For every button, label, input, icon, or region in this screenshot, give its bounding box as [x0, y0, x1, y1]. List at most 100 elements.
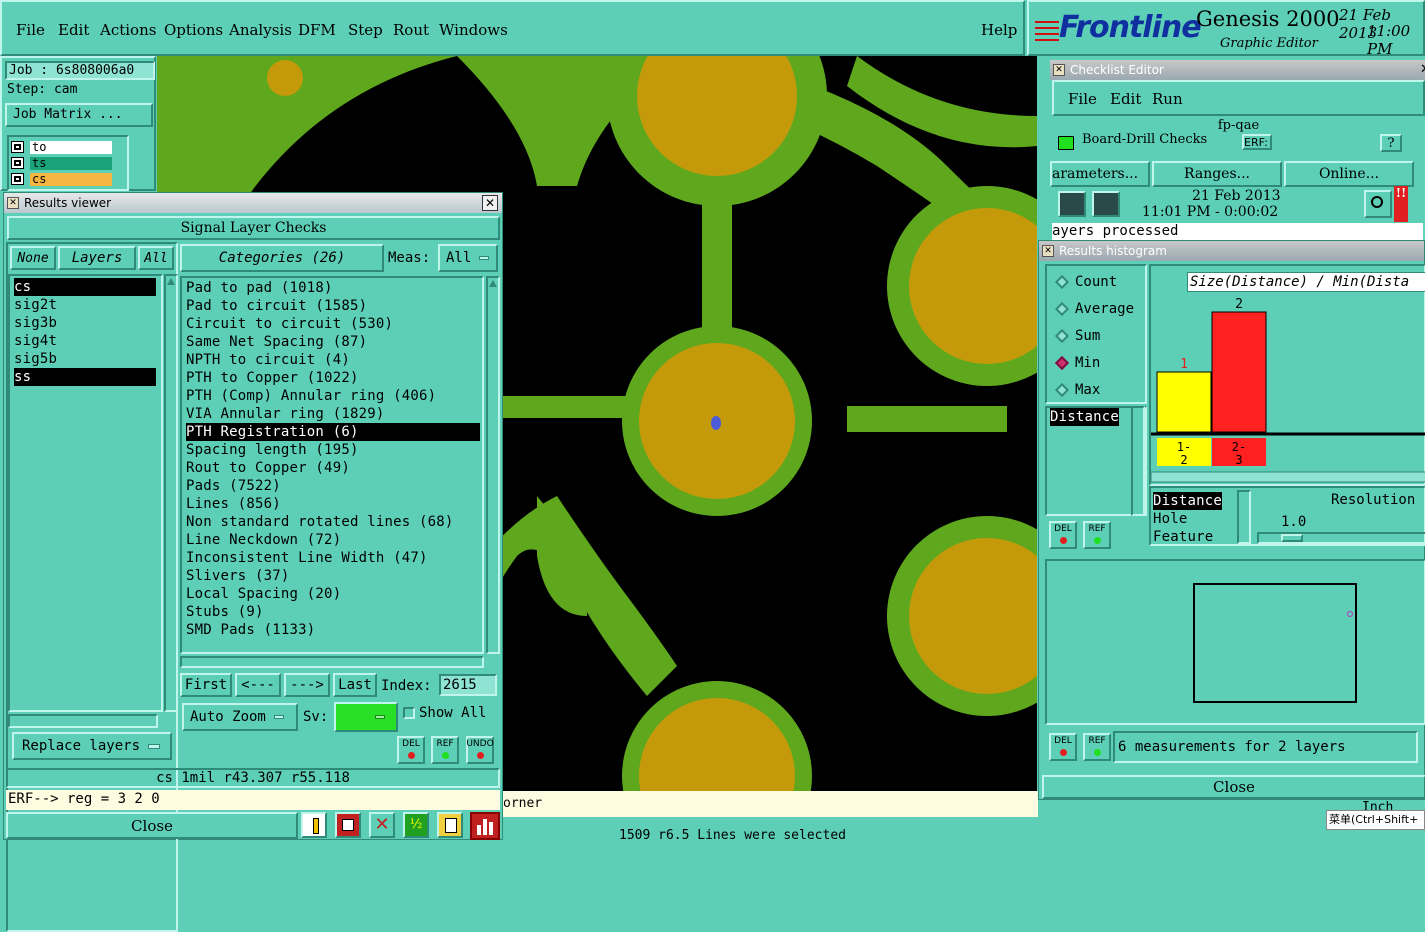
measure-vscrollbar[interactable]: [1131, 406, 1145, 516]
show-all-checkbox[interactable]: [403, 707, 415, 719]
category-item[interactable]: Line Neckdown (72): [186, 531, 341, 549]
checklist-row-text[interactable]: Board-Drill Checks: [1082, 132, 1207, 144]
slider-thumb[interactable]: [1281, 534, 1303, 542]
layer-item-sig3b[interactable]: sig3b: [14, 314, 57, 332]
next-button[interactable]: --->: [284, 673, 330, 697]
layers-button[interactable]: Layers: [58, 246, 136, 270]
window-menu-icon[interactable]: ✕: [7, 197, 19, 209]
category-item[interactable]: Pad to circuit (1585): [186, 297, 367, 315]
preview-del-button[interactable]: DEL: [1049, 733, 1077, 761]
histogram-bar[interactable]: [1156, 371, 1212, 433]
category-item[interactable]: Stubs (9): [186, 603, 264, 621]
menu-windows[interactable]: Windows: [439, 21, 508, 39]
layers-vscrollbar[interactable]: [164, 274, 178, 712]
zoom-icon[interactable]: [1364, 190, 1392, 218]
layers-hscrollbar[interactable]: [8, 714, 158, 728]
ref-button[interactable]: REF: [431, 736, 459, 764]
checkbox-icon[interactable]: [11, 157, 24, 169]
mode-count[interactable]: Count: [1054, 274, 1117, 290]
first-button[interactable]: First: [180, 673, 232, 697]
menu-rout[interactable]: Rout: [393, 21, 429, 39]
list-item-hole[interactable]: Hole: [1153, 510, 1188, 528]
menu-file[interactable]: File: [16, 21, 45, 39]
category-item[interactable]: PTH to Copper (1022): [186, 369, 359, 387]
window-menu-icon[interactable]: ✕: [1053, 64, 1065, 76]
category-item[interactable]: Rout to Copper (49): [186, 459, 350, 477]
category-item[interactable]: VIA Annular ring (1829): [186, 405, 384, 423]
layer-item-sig4t[interactable]: sig4t: [14, 332, 57, 350]
last-button[interactable]: Last: [333, 673, 377, 697]
checklist-menu-run[interactable]: Run: [1152, 90, 1183, 108]
menu-options[interactable]: Options: [164, 21, 223, 39]
layer-row-ts[interactable]: ts: [11, 156, 112, 170]
measure-item-distance[interactable]: Distance: [1050, 408, 1120, 426]
close-icon[interactable]: ✕: [1420, 62, 1425, 77]
toolbar-histogram-icon[interactable]: [470, 812, 500, 840]
menu-analysis[interactable]: Analysis: [229, 21, 292, 39]
auto-zoom-dropdown[interactable]: Auto Zoom: [182, 703, 298, 731]
index-input[interactable]: 2615: [439, 674, 497, 696]
arrow-up-icon[interactable]: [489, 280, 497, 287]
hist-del-button[interactable]: DEL: [1049, 521, 1077, 549]
category-item[interactable]: Slivers (37): [186, 567, 290, 585]
sv-color-dropdown[interactable]: [334, 702, 398, 732]
layer-row-to[interactable]: to: [11, 140, 112, 154]
mode-sum[interactable]: Sum: [1054, 328, 1100, 344]
category-item-selected[interactable]: PTH Registration (6): [186, 423, 480, 441]
category-item[interactable]: Non standard rotated lines (68): [186, 513, 454, 531]
layer-row-cs[interactable]: cs: [11, 172, 112, 186]
menu-edit[interactable]: Edit: [58, 21, 89, 39]
mode-average[interactable]: Average: [1054, 301, 1134, 317]
mode-max[interactable]: Max: [1054, 382, 1100, 398]
resolution-slider[interactable]: [1257, 532, 1425, 544]
menu-step[interactable]: Step: [348, 21, 383, 39]
checkbox-icon[interactable]: [11, 173, 24, 185]
toolbar-clear-icon[interactable]: ✕: [369, 812, 395, 838]
layer-item-sig2t[interactable]: sig2t: [14, 296, 57, 314]
toolbar-sort-icon[interactable]: ½: [403, 812, 429, 838]
category-item[interactable]: SMD Pads (1133): [186, 621, 315, 639]
histogram-close-button[interactable]: Close: [1042, 775, 1425, 799]
menu-dfm[interactable]: DFM: [298, 21, 336, 39]
prev-button[interactable]: <---: [235, 673, 281, 697]
layer-item-ss[interactable]: ss: [14, 368, 156, 386]
preview-frame[interactable]: [1193, 583, 1357, 703]
window-menu-icon[interactable]: ✕: [1042, 245, 1054, 257]
histogram-bar[interactable]: [1211, 311, 1267, 433]
category-item[interactable]: PTH (Comp) Annular ring (406): [186, 387, 436, 405]
category-item[interactable]: Lines (856): [186, 495, 281, 513]
radio-icon[interactable]: [1054, 301, 1070, 317]
online-button[interactable]: Online...: [1284, 161, 1414, 187]
undo-button[interactable]: UNDO: [466, 736, 494, 764]
category-item[interactable]: Inconsistent Line Width (47): [186, 549, 428, 567]
menu-actions[interactable]: Actions: [100, 21, 156, 39]
radio-selected-icon[interactable]: [1054, 355, 1070, 371]
run-icon[interactable]: [1058, 191, 1086, 217]
none-button[interactable]: None: [10, 246, 56, 270]
ranges-button[interactable]: Ranges...: [1152, 161, 1282, 187]
toolbar-report-icon[interactable]: [437, 812, 463, 838]
signal-layer-checks-button[interactable]: Signal Layer Checks: [7, 216, 500, 240]
job-matrix-button[interactable]: Job Matrix ...: [5, 103, 153, 127]
categories-hscrollbar[interactable]: [180, 656, 484, 668]
category-item[interactable]: Pad to pad (1018): [186, 279, 333, 297]
category-item[interactable]: Pads (7522): [186, 477, 281, 495]
results-viewer-titlebar[interactable]: ✕ Results viewer ✕: [4, 193, 502, 213]
toolbar-bar-icon[interactable]: [301, 812, 327, 838]
results-histogram-titlebar[interactable]: ✕ Results histogram: [1039, 241, 1424, 261]
radio-icon[interactable]: [1054, 274, 1070, 290]
checklist-editor-titlebar[interactable]: ✕ Checklist Editor ✕: [1050, 60, 1425, 80]
del-button[interactable]: DEL: [397, 736, 425, 764]
toolbar-window-icon[interactable]: [335, 812, 361, 838]
categories-button[interactable]: Categories (26): [180, 244, 384, 272]
category-item[interactable]: Local Spacing (20): [186, 585, 341, 603]
close-button[interactable]: Close: [6, 812, 298, 839]
checklist-menu-edit[interactable]: Edit: [1110, 90, 1141, 108]
arrow-up-icon[interactable]: [167, 278, 175, 285]
close-icon[interactable]: ✕: [482, 195, 498, 211]
category-item[interactable]: NPTH to circuit (4): [186, 351, 350, 369]
radio-icon[interactable]: [1054, 382, 1070, 398]
parameters-button[interactable]: arameters...: [1050, 161, 1150, 187]
preview-ref-button[interactable]: REF: [1083, 733, 1111, 761]
all-button[interactable]: All: [138, 246, 174, 270]
